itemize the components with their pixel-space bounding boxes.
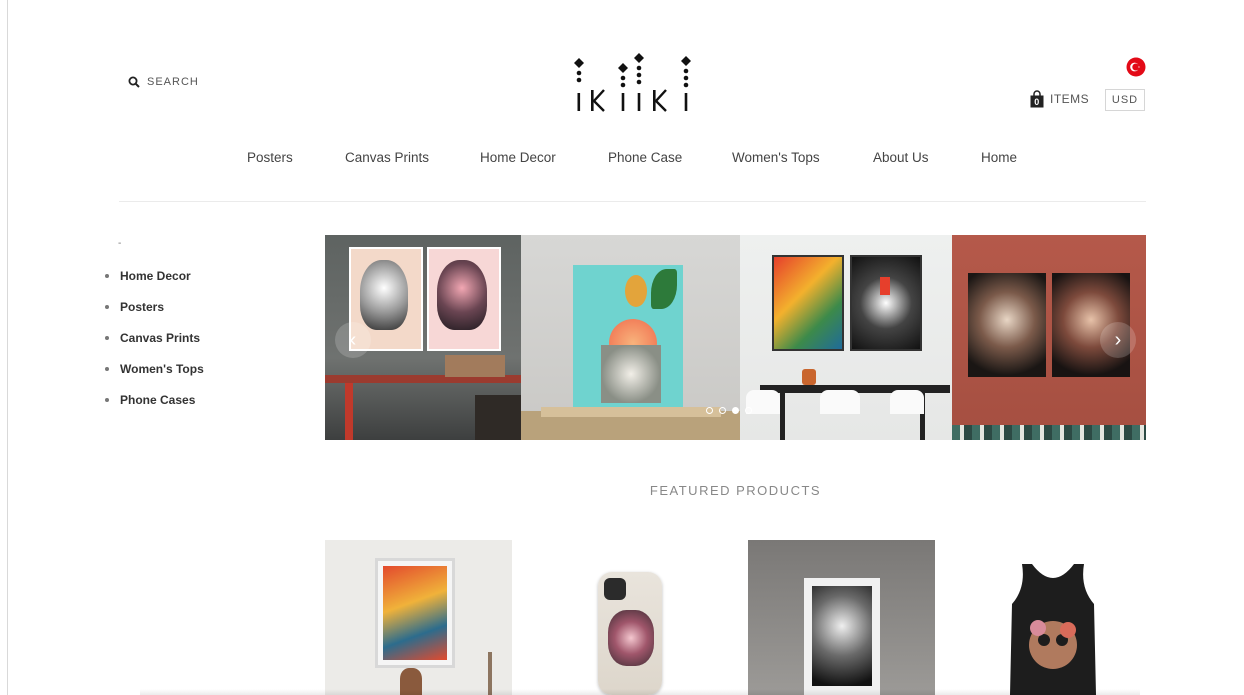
search-icon: [128, 76, 140, 88]
slider-dot[interactable]: [719, 407, 726, 414]
sidebar-item-phone-cases[interactable]: Phone Cases: [104, 393, 204, 424]
cart-count: 0: [1034, 97, 1040, 107]
product-card-tank-top[interactable]: [960, 540, 1147, 695]
slider-dot[interactable]: [745, 407, 752, 414]
chevron-right-icon: ›: [1114, 328, 1122, 351]
category-sidebar: - Home Decor Posters Canvas Prints Women…: [104, 238, 204, 424]
ikiiki-logo[interactable]: [568, 50, 698, 118]
product-card-poster[interactable]: [325, 540, 512, 695]
main-nav: Posters Canvas Prints Home Decor Phone C…: [0, 150, 1244, 170]
slider-next-button[interactable]: ›: [1100, 322, 1136, 358]
nav-item-about-us[interactable]: About Us: [873, 150, 929, 165]
cart-label: ITEMS: [1050, 92, 1090, 106]
sidebar-dash: -: [118, 238, 122, 249]
sidebar-item-posters[interactable]: Posters: [104, 300, 204, 331]
search-label: SEARCH: [147, 76, 199, 88]
featured-products-heading: FEATURED PRODUCTS: [649, 483, 822, 498]
page-left-border: [7, 0, 8, 695]
tank-top-image: [1010, 564, 1096, 695]
currency-label: USD: [1111, 94, 1139, 106]
slider-dots: [706, 407, 752, 414]
chevron-left-icon: ‹: [349, 328, 357, 351]
currency-selector[interactable]: USD: [1105, 89, 1145, 111]
product-card-phone-case[interactable]: [536, 540, 723, 695]
slide-image-tiger-prints: [740, 235, 952, 440]
shopping-bag-icon: 0: [1030, 90, 1044, 108]
slider-dot-active[interactable]: [732, 407, 739, 414]
nav-item-phone-case[interactable]: Phone Case: [608, 150, 682, 165]
product-card-framed-print[interactable]: [748, 540, 935, 695]
cart-button[interactable]: 0 ITEMS: [1030, 90, 1089, 108]
turkey-flag-icon[interactable]: [1126, 57, 1146, 77]
sidebar-item-canvas-prints[interactable]: Canvas Prints: [104, 331, 204, 362]
nav-item-home-decor[interactable]: Home Decor: [480, 150, 556, 165]
nav-item-womens-tops[interactable]: Women's Tops: [732, 150, 820, 165]
sidebar-item-home-decor[interactable]: Home Decor: [104, 269, 204, 300]
slider-prev-button[interactable]: ‹: [335, 322, 371, 358]
search-button[interactable]: SEARCH: [128, 76, 199, 88]
nav-divider: [119, 201, 1146, 202]
nav-item-canvas-prints[interactable]: Canvas Prints: [345, 150, 429, 165]
bottom-shadow: [140, 689, 1140, 695]
slider-dot[interactable]: [706, 407, 713, 414]
nav-item-home[interactable]: Home: [981, 150, 1017, 165]
sidebar-item-womens-tops[interactable]: Women's Tops: [104, 362, 204, 393]
nav-item-posters[interactable]: Posters: [247, 150, 293, 165]
